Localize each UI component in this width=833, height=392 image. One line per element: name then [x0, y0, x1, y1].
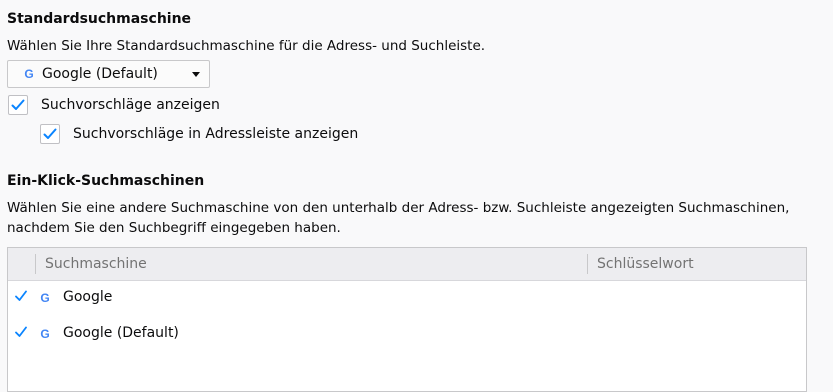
one-click-description-line1: Wählen Sie eine andere Suchmaschine von … [7, 200, 790, 216]
show-suggestions-label[interactable]: Suchvorschläge anzeigen [41, 97, 220, 113]
engine-name: Google (Default) [63, 325, 179, 341]
checkmark-icon[interactable] [15, 290, 27, 302]
show-suggestions-checkbox[interactable] [8, 95, 28, 115]
table-row[interactable]: G Google [8, 281, 806, 315]
column-header-keyword[interactable]: Schlüsselwort [597, 256, 694, 272]
google-g-icon: G [40, 327, 50, 341]
addressbar-suggestions-option[interactable]: Suchvorschläge in Adressleiste anzeigen [40, 124, 358, 144]
google-g-icon: G [40, 291, 50, 305]
column-separator [587, 254, 588, 274]
one-click-heading: Ein-Klick-Suchmaschinen [7, 173, 205, 189]
default-engine-heading: Standardsuchmaschine [7, 11, 192, 27]
show-suggestions-option[interactable]: Suchvorschläge anzeigen [8, 95, 220, 115]
default-engine-dropdown[interactable]: G Google (Default) [7, 60, 210, 88]
table-header: Suchmaschine Schlüsselwort [8, 248, 806, 281]
google-g-icon: G [24, 67, 34, 81]
default-engine-description: Wählen Sie Ihre Standardsuchmaschine für… [7, 38, 486, 54]
dropdown-selected-label: Google (Default) [42, 66, 158, 82]
addressbar-suggestions-label[interactable]: Suchvorschläge in Adressleiste anzeigen [73, 126, 358, 142]
column-separator [35, 254, 36, 274]
addressbar-suggestions-checkbox[interactable] [40, 124, 60, 144]
checkmark-icon [43, 128, 57, 139]
table-row[interactable]: G Google (Default) [8, 317, 806, 351]
chevron-down-icon [192, 72, 200, 77]
checkmark-icon [11, 99, 25, 110]
checkmark-icon[interactable] [15, 326, 27, 338]
engine-name: Google [63, 289, 113, 305]
column-header-engine[interactable]: Suchmaschine [45, 256, 147, 272]
search-engine-table[interactable]: Suchmaschine Schlüsselwort G Google G Go… [7, 247, 807, 392]
one-click-description-line2: nachdem Sie den Suchbegriff eingegeben h… [7, 220, 341, 236]
